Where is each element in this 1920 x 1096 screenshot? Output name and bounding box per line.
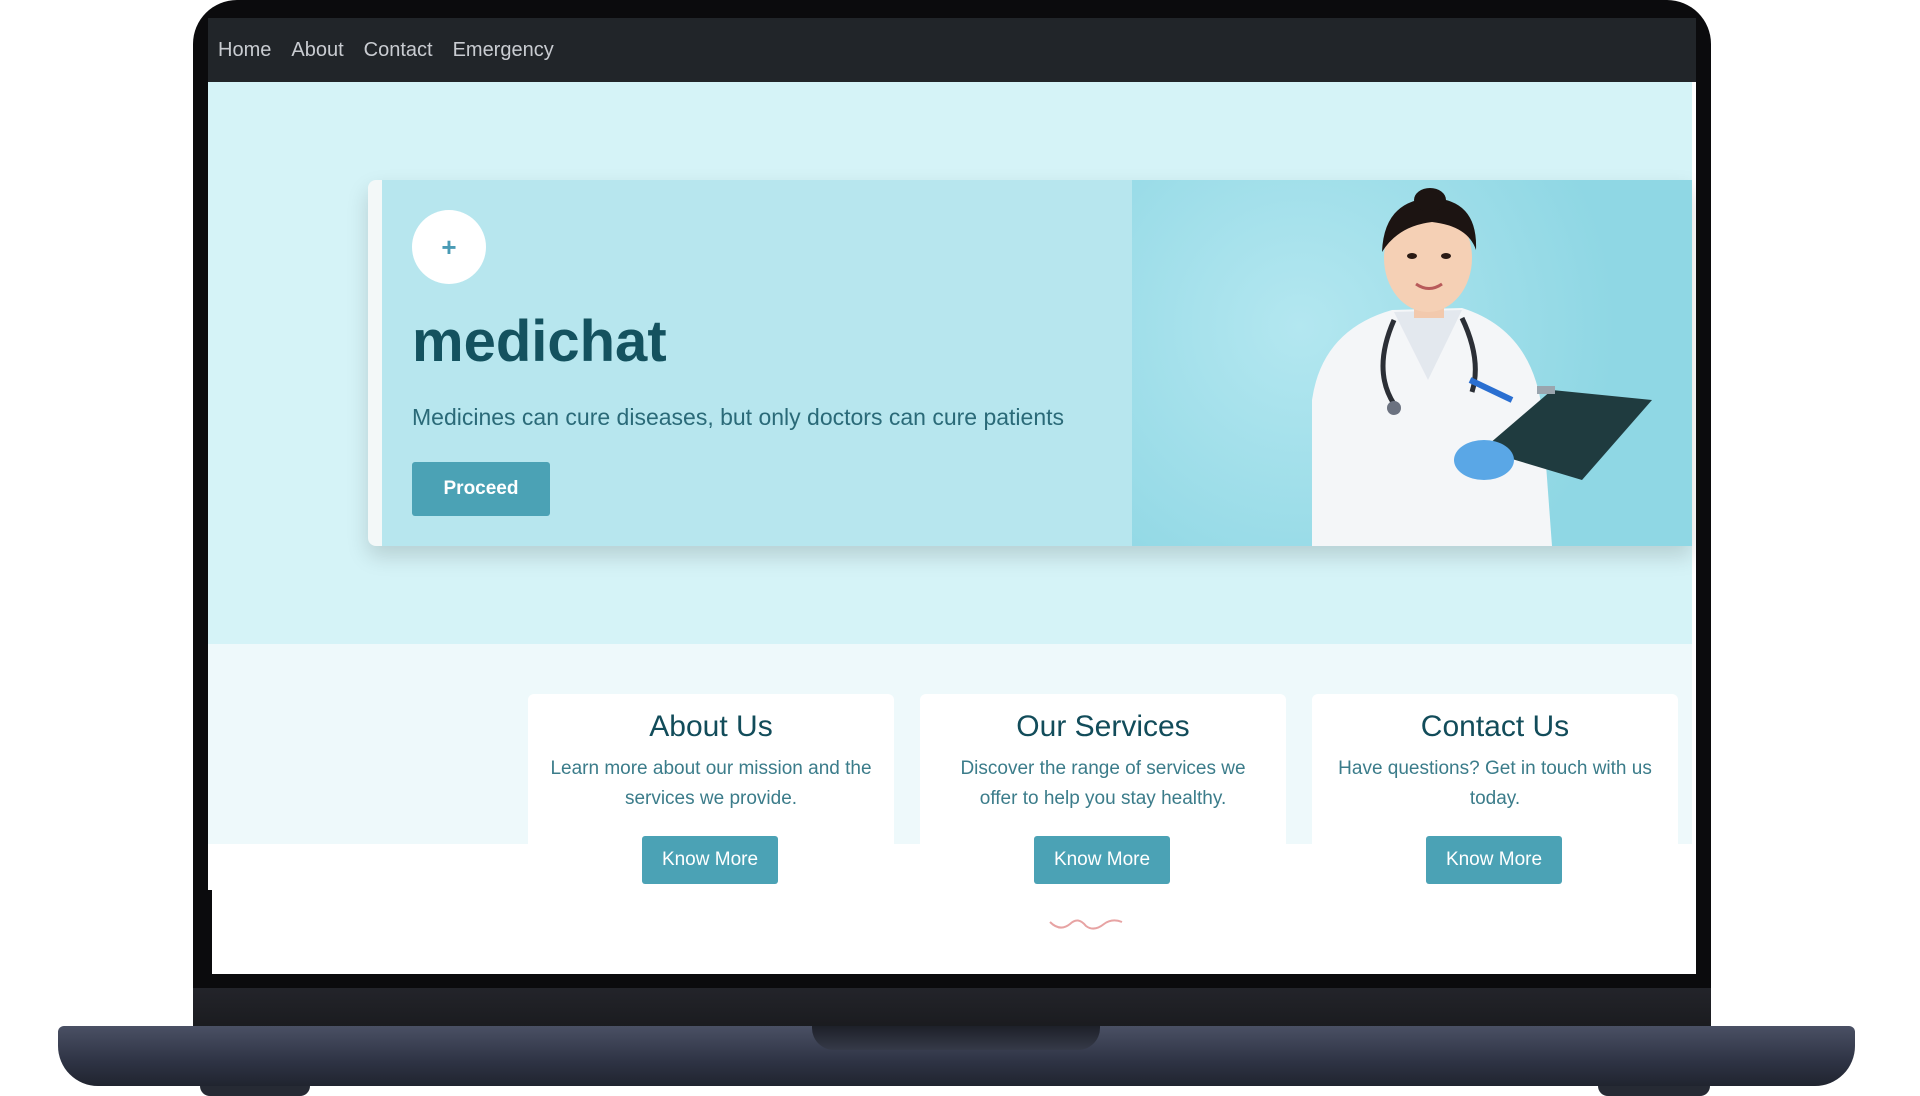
feature-title: Our Services	[1016, 710, 1190, 743]
feature-description: Learn more about our mission and the ser…	[550, 758, 872, 809]
hero-card: + medichat Medicines can cure diseases, …	[368, 180, 1692, 546]
nav-home-link[interactable]: Home	[218, 39, 271, 62]
plus-logo-icon: +	[412, 210, 486, 284]
nav-contact-link[interactable]: Contact	[364, 39, 433, 62]
feature-title: About Us	[649, 710, 773, 743]
feature-card-services: Our Services Discover the range of servi…	[920, 694, 1286, 894]
doctor-photo	[1132, 180, 1692, 546]
browser-viewport: Home About Contact Emergency + medichat …	[208, 18, 1696, 974]
feature-card-about: About Us Learn more about our mission an…	[528, 694, 894, 894]
logo-symbol: +	[441, 231, 457, 262]
feature-description: Have questions? Get in touch with us tod…	[1338, 758, 1652, 809]
feature-description: Discover the range of services we offer …	[960, 758, 1246, 809]
know-more-services-button[interactable]: Know More	[1034, 836, 1170, 884]
doctor-illustration-icon	[1312, 188, 1652, 546]
top-navbar: Home About Contact Emergency	[208, 18, 1696, 82]
feature-title: Contact Us	[1420, 710, 1570, 743]
laptop-foot-right	[1598, 1086, 1710, 1096]
features-section: About Us Learn more about our mission an…	[208, 644, 1692, 894]
hero-text-panel: + medichat Medicines can cure diseases, …	[382, 180, 1132, 546]
laptop-foot-left	[200, 1086, 310, 1096]
nav-emergency-link[interactable]: Emergency	[453, 39, 554, 62]
know-more-about-button[interactable]: Know More	[642, 836, 778, 884]
hero-title: medichat	[412, 309, 667, 374]
proceed-button[interactable]: Proceed	[412, 462, 550, 516]
page-footer-area	[212, 890, 1692, 974]
feature-card-contact: Contact Us Have questions? Get in touch …	[1312, 694, 1678, 894]
hero-section: + medichat Medicines can cure diseases, …	[208, 82, 1692, 644]
nav-about-link[interactable]: About	[291, 39, 343, 62]
laptop-hinge	[193, 988, 1711, 1028]
laptop-notch	[812, 1026, 1100, 1050]
know-more-contact-button[interactable]: Know More	[1426, 836, 1562, 884]
hero-tagline: Medicines can cure diseases, but only do…	[412, 404, 1065, 430]
wave-divider-icon	[1049, 919, 1123, 930]
